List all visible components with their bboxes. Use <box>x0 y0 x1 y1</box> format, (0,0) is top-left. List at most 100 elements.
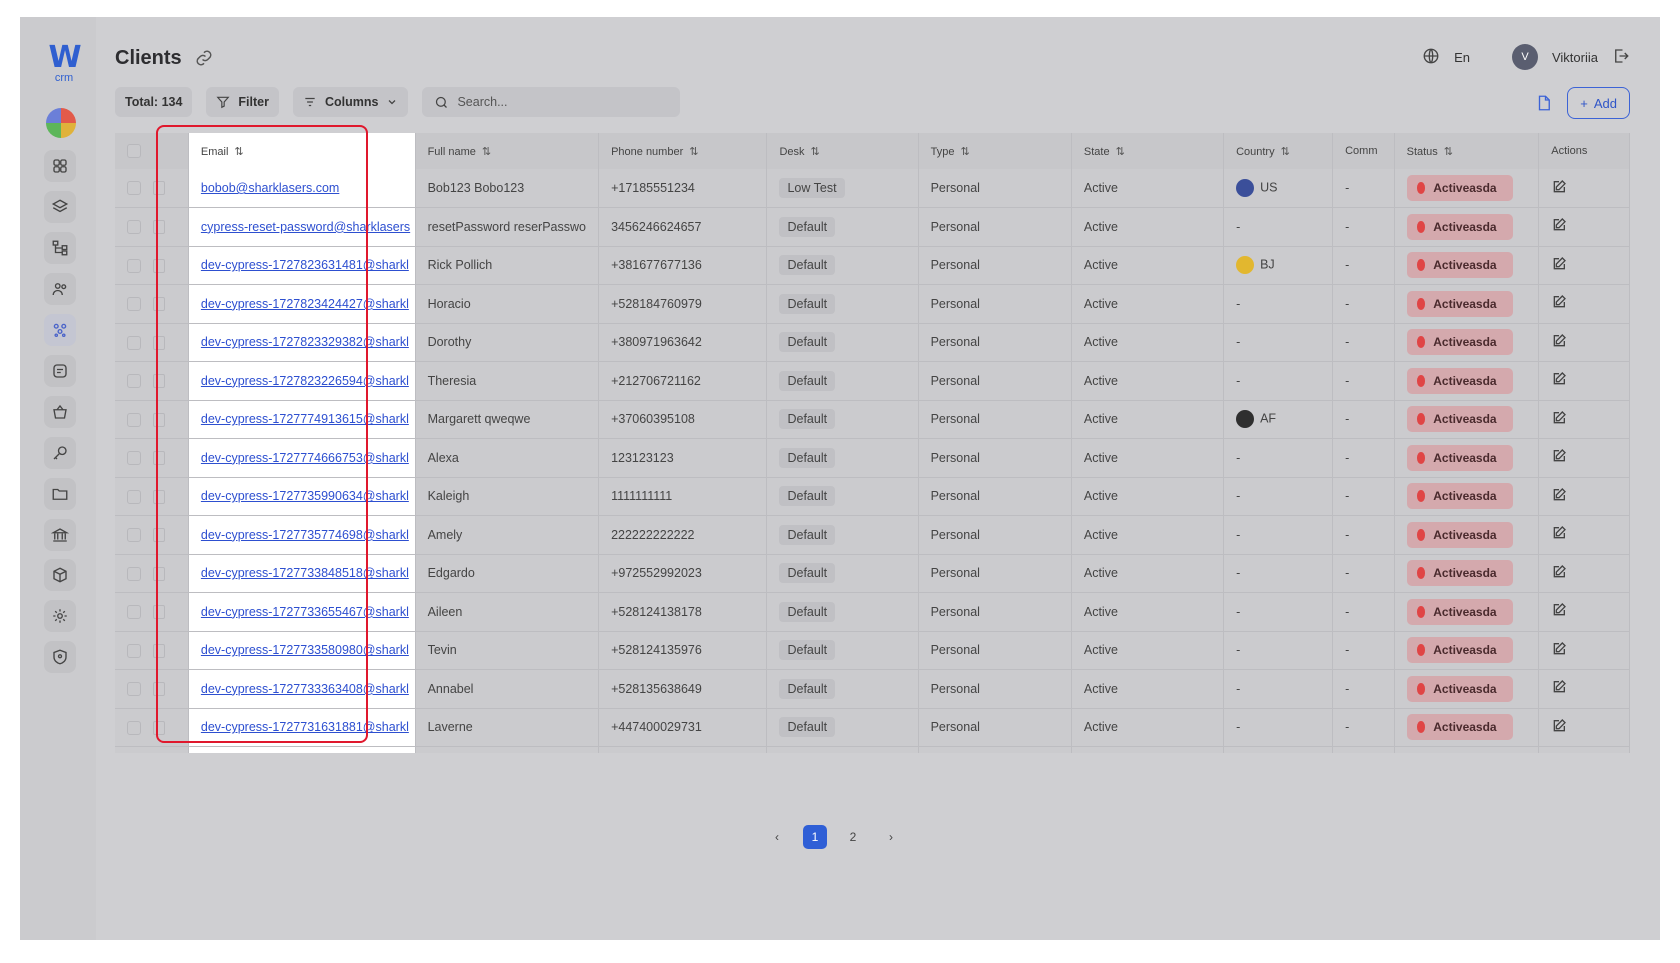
next-page-button[interactable]: › <box>879 825 903 849</box>
table-row[interactable]: dev-cypress-1727730549559@sharklSimeon+3… <box>115 746 1630 753</box>
status-badge[interactable]: Activeasda <box>1406 367 1513 394</box>
col-desk[interactable]: Desk ⇅ <box>766 133 919 169</box>
table-row[interactable]: bobob@sharklasers.com Bob123 Bobo123 +1718… <box>115 169 1630 208</box>
edit-icon[interactable] <box>1551 680 1567 698</box>
col-email[interactable]: Email ⇅ <box>188 133 416 169</box>
status-badge[interactable]: Activeasda <box>1406 598 1513 625</box>
row-checkbox[interactable] <box>127 297 141 312</box>
row-checkbox[interactable] <box>127 489 141 504</box>
table-row[interactable]: dev-cypress-1727733363408@sharkl Annabel +… <box>115 669 1630 709</box>
sort-icon[interactable]: ⇅ <box>1281 146 1290 158</box>
link-icon[interactable] <box>195 49 213 67</box>
hierarchy-icon[interactable] <box>44 232 76 264</box>
email-link[interactable]: dev-cypress-1727733363408@sharkl <box>201 682 409 696</box>
bookmark-icon[interactable] <box>153 181 165 196</box>
table-row[interactable]: dev-cypress-1727733848518@sharkl Edgardo +… <box>115 554 1630 593</box>
edit-icon[interactable] <box>1551 449 1567 467</box>
settings-icon[interactable] <box>44 600 76 632</box>
tasks-icon[interactable] <box>44 355 76 387</box>
status-badge[interactable]: Activeasda <box>1406 290 1513 317</box>
bookmark-icon[interactable] <box>153 682 165 697</box>
email-link[interactable]: dev-cypress-1727735990634@sharkl <box>201 489 409 503</box>
table-row[interactable]: dev-cypress-1727733580980@sharkl Tevin +52… <box>115 631 1630 670</box>
filter-button[interactable]: Filter <box>206 87 279 117</box>
status-badge[interactable]: Activeasda <box>1406 521 1513 548</box>
table-row[interactable]: dev-cypress-1727823226594@sharkl Theresia… <box>115 361 1630 401</box>
add-button[interactable]: + Add <box>1567 87 1630 119</box>
row-checkbox[interactable] <box>127 720 141 735</box>
bookmark-icon[interactable] <box>153 489 165 504</box>
logo[interactable]: W crm <box>44 43 84 84</box>
col-phone[interactable]: Phone number ⇅ <box>598 133 768 169</box>
edit-icon[interactable] <box>1551 487 1567 506</box>
table-row[interactable]: cypress-reset-password@sharklasers resetP… <box>115 207 1630 247</box>
table-row[interactable]: dev-cypress-1727731631881@sharkl Laverne +… <box>115 708 1630 747</box>
row-checkbox[interactable] <box>127 451 141 466</box>
select-all-checkbox[interactable] <box>127 144 141 158</box>
sort-icon[interactable]: ⇅ <box>689 146 698 158</box>
status-badge[interactable]: Activeasda <box>1406 329 1513 356</box>
sort-icon[interactable]: ⇅ <box>960 146 969 158</box>
col-comment[interactable]: Comm <box>1332 133 1395 169</box>
avatar[interactable]: V <box>1511 44 1538 70</box>
email-link[interactable]: dev-cypress-1727735774698@sharkl <box>201 528 409 542</box>
key-icon[interactable] <box>44 437 76 469</box>
bookmark-icon[interactable] <box>153 220 165 235</box>
shield-icon[interactable] <box>44 641 76 673</box>
email-link[interactable]: bobob@sharklasers.com <box>201 181 339 195</box>
bookmark-icon[interactable] <box>153 374 165 389</box>
email-link[interactable]: dev-cypress-1727733655467@sharkl <box>201 605 409 619</box>
edit-icon[interactable] <box>1551 641 1567 660</box>
bookmark-icon[interactable] <box>153 297 165 312</box>
col-full-name[interactable]: Full name ⇅ <box>415 133 600 169</box>
table-row[interactable]: dev-cypress-1727735774698@sharkl Amely 222… <box>115 515 1630 555</box>
status-badge[interactable]: Activeasda <box>1406 175 1513 201</box>
edit-icon[interactable] <box>1551 564 1567 583</box>
status-badge[interactable]: Activeasda <box>1406 483 1513 510</box>
table-row[interactable]: dev-cypress-1727735990634@sharkl Kaleigh 1… <box>115 477 1630 516</box>
sort-icon[interactable]: ⇅ <box>1116 146 1125 158</box>
edit-icon[interactable] <box>1551 603 1567 621</box>
col-country[interactable]: Country ⇅ <box>1223 133 1334 169</box>
layers-icon[interactable] <box>44 191 76 223</box>
globe-icon[interactable] <box>1422 47 1440 68</box>
table-row[interactable]: dev-cypress-1727823631481@sharkl Rick Pol… <box>115 246 1630 285</box>
status-badge[interactable]: Activeasda <box>1406 406 1513 433</box>
table-row[interactable]: dev-cypress-1727823424427@sharkl Horacio +… <box>115 284 1630 324</box>
table-row[interactable]: dev-cypress-1727774666753@sharkl Alexa 123… <box>115 438 1630 478</box>
row-checkbox[interactable] <box>127 682 141 697</box>
row-checkbox[interactable] <box>127 528 141 543</box>
sort-icon[interactable]: ⇅ <box>482 146 491 158</box>
status-badge[interactable]: Activeasda <box>1406 560 1513 587</box>
bookmark-icon[interactable] <box>153 720 165 735</box>
status-badge[interactable]: Activeasda <box>1406 714 1513 741</box>
chart-icon[interactable] <box>46 108 76 138</box>
email-link[interactable]: dev-cypress-1727823631481@sharkl <box>201 258 409 272</box>
user-name[interactable]: Viktoriia <box>1552 50 1598 65</box>
row-checkbox[interactable] <box>127 643 141 658</box>
col-type[interactable]: Type ⇅ <box>918 133 1072 169</box>
row-checkbox[interactable] <box>127 374 141 389</box>
edit-icon[interactable] <box>1551 179 1567 198</box>
row-checkbox[interactable] <box>127 181 141 196</box>
email-link[interactable]: dev-cypress-1727823424427@sharkl <box>201 297 409 311</box>
page-2-button[interactable]: 2 <box>841 825 865 849</box>
folder-icon[interactable] <box>44 478 76 510</box>
status-badge[interactable]: Activeasda <box>1406 444 1513 471</box>
table-row[interactable]: dev-cypress-1727823329382@sharkl Dorothy +… <box>115 323 1630 362</box>
dashboard-icon[interactable] <box>44 150 76 182</box>
edit-icon[interactable] <box>1551 410 1567 429</box>
page-1-button[interactable]: 1 <box>803 825 827 849</box>
language-label[interactable]: En <box>1454 50 1470 65</box>
row-checkbox[interactable] <box>127 605 141 620</box>
package-icon[interactable] <box>44 559 76 591</box>
search-input[interactable]: Search... <box>422 87 681 117</box>
bookmark-icon[interactable] <box>153 566 165 581</box>
email-link[interactable]: cypress-reset-password@sharklasers <box>201 220 410 234</box>
bookmark-icon[interactable] <box>153 528 165 543</box>
export-icon[interactable] <box>1535 94 1553 112</box>
table-row[interactable]: dev-cypress-1727774913615@sharkl Margaret… <box>115 400 1630 439</box>
bookmark-icon[interactable] <box>153 258 165 273</box>
bookmark-icon[interactable] <box>153 335 165 350</box>
email-link[interactable]: dev-cypress-1727823329382@sharkl <box>201 335 409 349</box>
